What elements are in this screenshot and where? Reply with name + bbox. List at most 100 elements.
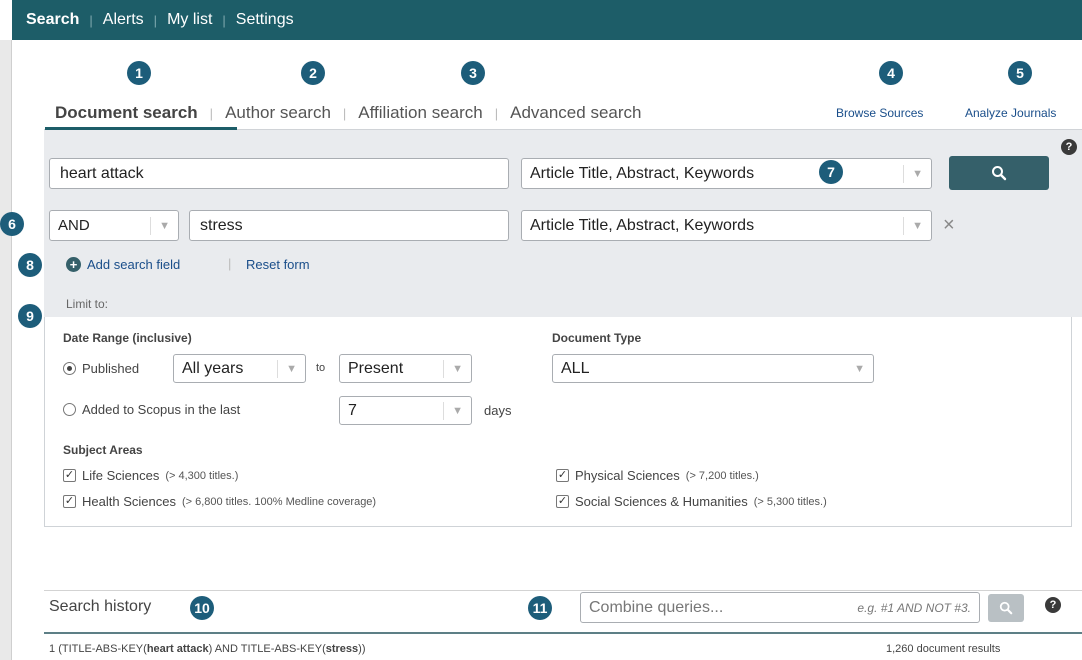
badge-8: 8 bbox=[18, 253, 42, 277]
browse-sources-link[interactable]: Browse Sources bbox=[836, 106, 923, 120]
tab-advanced-search[interactable]: Advanced search bbox=[510, 103, 641, 123]
subject-health-sciences[interactable]: ✓ Health Sciences (> 6,800 titles. 100% … bbox=[63, 494, 376, 509]
chevron-down-icon: ▼ bbox=[452, 404, 463, 417]
badge-5: 5 bbox=[1008, 61, 1032, 85]
search-history-title: Search history bbox=[49, 598, 152, 615]
tab-document-search[interactable]: Document search bbox=[55, 103, 198, 123]
chevron-down-icon: ▼ bbox=[286, 362, 297, 375]
combine-search-button[interactable] bbox=[988, 594, 1024, 622]
subject-note: (> 4,300 titles.) bbox=[165, 469, 239, 482]
nav-search[interactable]: Search bbox=[26, 11, 79, 29]
tab-author-search[interactable]: Author search bbox=[225, 103, 331, 123]
history-help-icon[interactable]: ? bbox=[1045, 597, 1061, 613]
badge-7: 7 bbox=[819, 160, 843, 184]
nav-separator: | bbox=[89, 12, 93, 28]
limit-to-label: Limit to: bbox=[66, 297, 109, 311]
search-button[interactable] bbox=[949, 156, 1049, 190]
subject-note: (> 6,800 titles. 100% Medline coverage) bbox=[181, 495, 377, 508]
badge-2: 2 bbox=[301, 61, 325, 85]
help-icon[interactable]: ? bbox=[1061, 139, 1077, 155]
added-radio[interactable] bbox=[63, 403, 76, 416]
checkbox-checked-icon[interactable]: ✓ bbox=[63, 469, 76, 482]
subject-note: (> 5,300 titles.) bbox=[753, 495, 827, 508]
subject-name: Health Sciences bbox=[82, 494, 176, 509]
active-tab-indicator bbox=[45, 127, 237, 130]
subject-name: Social Sciences & Humanities bbox=[575, 494, 748, 509]
checkbox-checked-icon[interactable]: ✓ bbox=[556, 469, 569, 482]
chevron-down-icon: ▼ bbox=[854, 362, 865, 375]
days-label: days bbox=[484, 403, 512, 418]
tab-affiliation-search[interactable]: Affiliation search bbox=[358, 103, 482, 123]
subject-social-sciences[interactable]: ✓ Social Sciences & Humanities (> 5,300 … bbox=[556, 494, 827, 509]
subject-name: Life Sciences bbox=[82, 468, 160, 483]
document-type-value: ALL bbox=[561, 359, 590, 377]
subject-life-sciences[interactable]: ✓ Life Sciences (> 4,300 titles.) bbox=[63, 468, 238, 483]
history-row-results[interactable]: 1,260 document results bbox=[886, 643, 1000, 655]
document-type-label: Document Type bbox=[552, 331, 642, 345]
tab-separator: | bbox=[209, 105, 214, 121]
badge-11: 11 bbox=[528, 596, 552, 620]
badge-10: 10 bbox=[190, 596, 214, 620]
from-year-select[interactable]: All years ▼ bbox=[173, 354, 306, 383]
added-option[interactable]: Added to Scopus in the last bbox=[63, 402, 240, 417]
nav-separator: | bbox=[222, 12, 226, 28]
to-label: to bbox=[316, 362, 326, 374]
search-icon bbox=[992, 166, 1007, 181]
remove-field-icon[interactable]: × bbox=[943, 214, 955, 237]
search-scope-select-2[interactable]: Article Title, Abstract, Keywords ▼ bbox=[521, 210, 932, 241]
boolean-operator-select[interactable]: AND ▼ bbox=[49, 210, 179, 241]
nav-alerts[interactable]: Alerts bbox=[103, 11, 144, 29]
boolean-operator-value: AND bbox=[58, 217, 90, 234]
search-scope-value-1: Article Title, Abstract, Keywords bbox=[530, 164, 755, 182]
chevron-down-icon: ▼ bbox=[452, 362, 463, 375]
subject-areas-label: Subject Areas bbox=[63, 443, 143, 457]
add-search-field-link[interactable]: Add search field bbox=[87, 257, 180, 272]
to-year-select[interactable]: Present ▼ bbox=[339, 354, 472, 383]
checkbox-checked-icon[interactable]: ✓ bbox=[63, 495, 76, 508]
top-nav: Search | Alerts | My list | Settings bbox=[26, 11, 294, 29]
days-select[interactable]: 7 ▼ bbox=[339, 396, 472, 425]
search-term-input-1[interactable]: heart attack bbox=[49, 158, 509, 189]
combine-queries-placeholder: Combine queries... bbox=[589, 598, 724, 616]
subject-physical-sciences[interactable]: ✓ Physical Sciences (> 7,200 titles.) bbox=[556, 468, 759, 483]
badge-9: 9 bbox=[18, 304, 42, 328]
history-row-1[interactable]: 1 (TITLE-ABS-KEY(heart attack) AND TITLE… bbox=[49, 643, 365, 655]
search-term-value-2: stress bbox=[200, 216, 243, 234]
nav-settings[interactable]: Settings bbox=[236, 11, 294, 29]
published-label: Published bbox=[82, 361, 140, 376]
checkbox-checked-icon[interactable]: ✓ bbox=[556, 495, 569, 508]
published-radio[interactable] bbox=[63, 362, 76, 375]
nav-separator: | bbox=[153, 12, 158, 28]
badge-1: 1 bbox=[127, 61, 151, 85]
search-tabs: Document search | Author search | Affili… bbox=[55, 103, 641, 123]
history-query-term: heart attack bbox=[146, 643, 209, 655]
search-icon bbox=[999, 601, 1013, 615]
analyze-journals-link[interactable]: Analyze Journals bbox=[965, 106, 1082, 120]
days-value: 7 bbox=[348, 401, 357, 419]
nav-my-list[interactable]: My list bbox=[167, 11, 212, 29]
reset-form-link[interactable]: Reset form bbox=[246, 257, 310, 272]
history-divider bbox=[44, 632, 1082, 634]
plus-circle-icon: + bbox=[66, 257, 81, 272]
subject-name: Physical Sciences bbox=[575, 468, 680, 483]
add-search-field[interactable]: + Add search field bbox=[66, 257, 180, 272]
badge-3: 3 bbox=[461, 61, 485, 85]
added-label: Added to Scopus in the last bbox=[82, 402, 241, 417]
search-scope-value-2: Article Title, Abstract, Keywords bbox=[530, 216, 755, 234]
tab-separator: | bbox=[342, 105, 347, 121]
history-query-part: )) bbox=[358, 643, 366, 655]
to-year-value: Present bbox=[348, 359, 404, 377]
left-gutter bbox=[0, 40, 12, 660]
badge-4: 4 bbox=[879, 61, 903, 85]
chevron-down-icon: ▼ bbox=[912, 167, 923, 180]
history-query-part: (TITLE-ABS-KEY( bbox=[58, 643, 147, 655]
chevron-down-icon: ▼ bbox=[159, 219, 170, 232]
document-type-select[interactable]: ALL ▼ bbox=[552, 354, 874, 383]
search-scope-select-1[interactable]: Article Title, Abstract, Keywords ▼ bbox=[521, 158, 932, 189]
date-range-label: Date Range (inclusive) bbox=[63, 331, 192, 345]
search-term-input-2[interactable]: stress bbox=[189, 210, 509, 241]
tab-separator: | bbox=[494, 105, 499, 121]
history-query-part: ) AND TITLE-ABS-KEY( bbox=[208, 643, 326, 655]
combine-queries-input[interactable]: Combine queries... e.g. #1 AND NOT #3. bbox=[580, 592, 980, 623]
published-option[interactable]: Published bbox=[63, 361, 139, 376]
